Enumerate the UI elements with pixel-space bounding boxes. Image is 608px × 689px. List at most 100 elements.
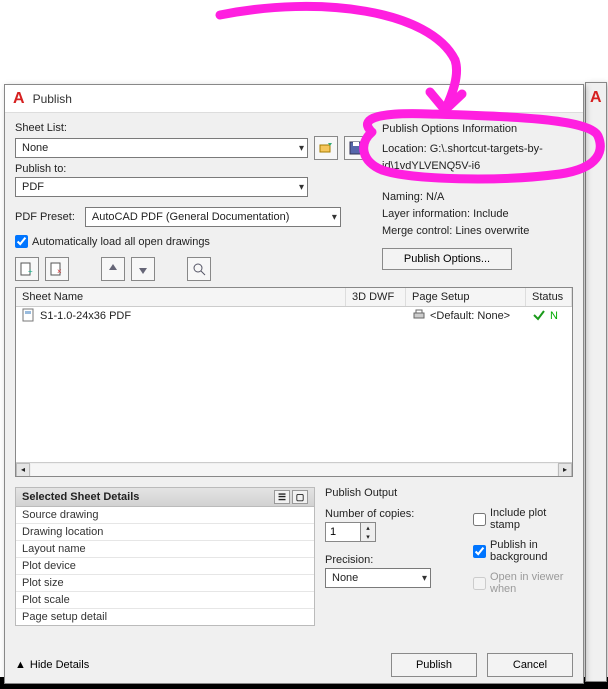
precision-value: None xyxy=(332,572,358,584)
arrow-up-icon xyxy=(105,261,121,277)
col-sheet-name[interactable]: Sheet Name xyxy=(16,288,346,306)
triangle-up-icon: ▲ xyxy=(15,659,26,671)
copies-input[interactable] xyxy=(326,523,360,541)
sheet-x-icon: × xyxy=(49,261,65,277)
remove-sheets-button[interactable]: × xyxy=(45,257,69,281)
merge-value: Lines overwrite xyxy=(455,225,529,237)
scroll-track[interactable] xyxy=(31,464,557,476)
chevron-down-icon: ▾ xyxy=(299,182,304,193)
copies-label: Number of copies: xyxy=(325,508,455,520)
publish-output-panel: Publish Output Number of copies: ▴ ▾ Pre… xyxy=(325,487,573,626)
detail-layout-name: Layout name xyxy=(16,540,314,557)
naming-label: Naming: xyxy=(382,191,423,203)
copies-spinner[interactable]: ▴ ▾ xyxy=(325,522,376,542)
check-icon xyxy=(532,308,546,325)
open-sheet-list-button[interactable] xyxy=(314,136,338,160)
options-layer-row: Layer information: Include xyxy=(382,206,573,223)
detail-drawing-location: Drawing location xyxy=(16,523,314,540)
autocad-logo-icon: A xyxy=(13,90,25,108)
col-status[interactable]: Status xyxy=(526,288,572,306)
printer-icon xyxy=(412,308,426,325)
cancel-button[interactable]: Cancel xyxy=(487,653,573,677)
sheet-list-label: Sheet List: xyxy=(15,122,368,134)
auto-load-check-input[interactable] xyxy=(15,235,28,248)
status-cell: N xyxy=(550,310,558,322)
save-icon xyxy=(348,140,364,156)
selected-sheet-details: Selected Sheet Details ☰ ▢ Source drawin… xyxy=(15,487,315,626)
publish-to-value: PDF xyxy=(22,181,44,193)
layer-value: Include xyxy=(473,208,508,220)
cancel-button-label: Cancel xyxy=(513,659,547,671)
publish-options-label: Publish Options... xyxy=(404,253,490,265)
detail-plot-scale: Plot scale xyxy=(16,591,314,608)
publish-options-button[interactable]: Publish Options... xyxy=(382,248,512,270)
spinner-down-icon[interactable]: ▾ xyxy=(361,532,375,541)
svg-text:+: + xyxy=(28,267,33,276)
sheet-list-value: None xyxy=(22,142,48,154)
precision-label: Precision: xyxy=(325,554,455,566)
scroll-right-icon[interactable]: ▸ xyxy=(558,463,572,477)
detail-source-drawing: Source drawing xyxy=(16,507,314,523)
dwf-cell xyxy=(346,315,406,317)
col-3d-dwf[interactable]: 3D DWF xyxy=(346,288,406,306)
sheet-table: Sheet Name 3D DWF Page Setup Status S1-1… xyxy=(15,287,573,477)
publish-dialog: A Publish Sheet List: None ▾ xyxy=(4,84,584,684)
publish-bg-checkbox[interactable]: Publish in background xyxy=(473,539,573,563)
pdf-preset-dropdown[interactable]: AutoCAD PDF (General Documentation) ▾ xyxy=(85,207,341,227)
chevron-down-icon: ▾ xyxy=(422,573,427,584)
precision-dropdown[interactable]: None ▾ xyxy=(325,568,431,588)
dialog-title: Publish xyxy=(33,92,72,106)
spinner-up-icon[interactable]: ▴ xyxy=(361,523,375,532)
detail-page-setup: Page setup detail xyxy=(16,608,314,625)
location-label: Location: xyxy=(382,143,427,155)
open-viewer-checkbox: Open in viewer when xyxy=(473,571,573,595)
options-location-row: Location: G:\.shortcut-targets-by-id\1vd… xyxy=(382,141,573,175)
hide-details-toggle[interactable]: ▲ Hide Details xyxy=(15,659,89,671)
scroll-left-icon[interactable]: ◂ xyxy=(16,463,30,477)
move-down-button[interactable] xyxy=(131,257,155,281)
naming-value: N/A xyxy=(426,191,444,203)
chevron-down-icon: ▾ xyxy=(332,212,337,223)
move-up-button[interactable] xyxy=(101,257,125,281)
options-filetype-row xyxy=(382,175,573,189)
add-sheets-button[interactable]: + xyxy=(15,257,39,281)
details-collapse-icon[interactable]: ☰ xyxy=(274,490,290,504)
publish-options-info: Publish Options Information Location: G:… xyxy=(382,119,573,285)
save-sheet-list-button[interactable] xyxy=(344,136,368,160)
details-heading: Selected Sheet Details xyxy=(22,491,139,503)
svg-text:×: × xyxy=(57,267,62,276)
col-page-setup[interactable]: Page Setup xyxy=(406,288,526,306)
table-header: Sheet Name 3D DWF Page Setup Status xyxy=(16,288,572,307)
detail-plot-size: Plot size xyxy=(16,574,314,591)
publish-to-dropdown[interactable]: PDF ▾ xyxy=(15,177,308,197)
arrow-down-icon xyxy=(135,261,151,277)
open-viewer-input xyxy=(473,577,486,590)
table-row[interactable]: S1-1.0-24x36 PDF <Default: None> N xyxy=(16,307,572,325)
merge-label: Merge control: xyxy=(382,225,452,237)
include-stamp-input[interactable] xyxy=(473,513,486,526)
publish-bg-label: Publish in background xyxy=(490,539,573,563)
publish-to-label: Publish to: xyxy=(15,163,368,175)
folder-arrow-icon xyxy=(318,140,334,156)
options-naming-row: Naming: N/A xyxy=(382,189,573,206)
publish-bg-input[interactable] xyxy=(473,545,486,558)
secondary-dialog-edge: A xyxy=(585,82,607,682)
layout-sheet-icon xyxy=(22,308,36,325)
details-expand-icon[interactable]: ▢ xyxy=(292,490,308,504)
pdf-preset-label: PDF Preset: xyxy=(15,211,75,223)
options-info-heading: Publish Options Information xyxy=(382,121,573,138)
publish-button[interactable]: Publish xyxy=(391,653,477,677)
horizontal-scrollbar[interactable]: ◂ ▸ xyxy=(16,462,572,476)
open-viewer-label: Open in viewer when xyxy=(490,571,573,595)
options-merge-row: Merge control: Lines overwrite xyxy=(382,223,573,240)
titlebar: A Publish xyxy=(5,85,583,113)
preview-button[interactable] xyxy=(187,257,211,281)
auto-load-checkbox[interactable]: Automatically load all open drawings xyxy=(15,235,210,248)
hide-details-label: Hide Details xyxy=(30,659,89,671)
auto-load-label: Automatically load all open drawings xyxy=(32,236,210,248)
include-stamp-checkbox[interactable]: Include plot stamp xyxy=(473,507,573,531)
autocad-logo-icon: A xyxy=(590,89,602,107)
pdf-preset-value: AutoCAD PDF (General Documentation) xyxy=(92,211,289,223)
layer-label: Layer information: xyxy=(382,208,470,220)
sheet-list-dropdown[interactable]: None ▾ xyxy=(15,138,308,158)
